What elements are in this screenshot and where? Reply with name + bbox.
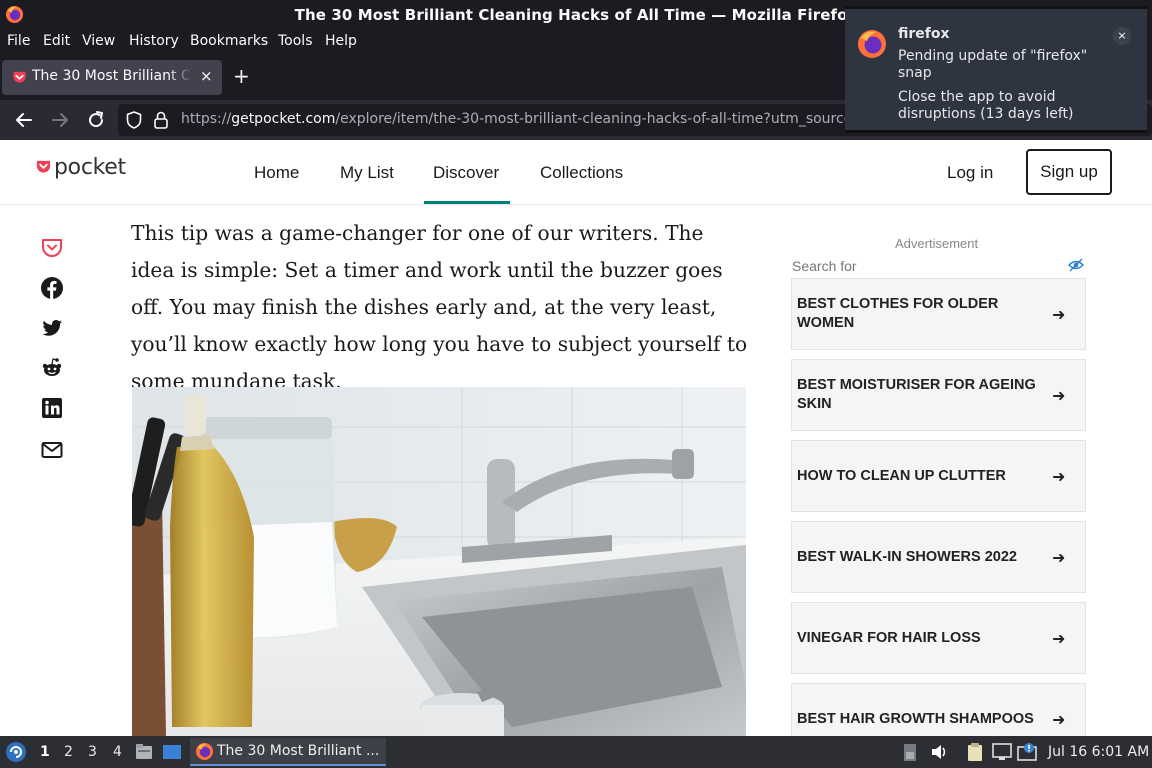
twitter-icon[interactable] bbox=[40, 316, 64, 340]
update-notification[interactable]: firefox Pending update of "firefox" snap… bbox=[845, 6, 1147, 133]
ad-item[interactable]: VINEGAR FOR HAIR LOSS ➜ bbox=[791, 602, 1086, 674]
workspace-1[interactable]: 1 bbox=[40, 744, 50, 760]
pocket-favicon-icon bbox=[13, 71, 26, 83]
ad-item-label: BEST CLOTHES FOR OLDER WOMEN bbox=[797, 296, 999, 331]
ad-item-label: VINEGAR FOR HAIR LOSS bbox=[797, 629, 981, 646]
menu-tools[interactable]: Tools bbox=[278, 33, 313, 49]
nav-home[interactable]: Home bbox=[254, 163, 299, 183]
reddit-icon[interactable] bbox=[40, 356, 64, 380]
menu-file[interactable]: File bbox=[7, 33, 30, 49]
arrow-right-icon: ➜ bbox=[1052, 467, 1066, 486]
active-nav-underline bbox=[424, 201, 510, 204]
advertisement-label: Advertisement bbox=[895, 236, 979, 251]
login-link[interactable]: Log in bbox=[947, 163, 993, 183]
pocket-save-icon[interactable] bbox=[40, 236, 64, 260]
ad-item[interactable]: BEST CLOTHES FOR OLDER WOMEN ➜ bbox=[791, 278, 1086, 350]
pocket-logo[interactable]: pocket bbox=[36, 155, 126, 180]
battery-icon[interactable] bbox=[902, 742, 918, 762]
volume-icon[interactable] bbox=[930, 743, 948, 761]
display-icon[interactable] bbox=[992, 743, 1012, 761]
kitchen-sink-illustration bbox=[132, 387, 746, 736]
facebook-icon[interactable] bbox=[40, 276, 64, 300]
nav-collections[interactable]: Collections bbox=[540, 163, 623, 183]
reload-icon[interactable] bbox=[84, 108, 108, 132]
start-menu-icon[interactable] bbox=[5, 741, 27, 763]
ad-item-label: BEST MOISTURISER FOR AGEING SKIN bbox=[797, 377, 1036, 412]
taskbar-firefox-app[interactable]: The 30 Most Brilliant ... bbox=[190, 738, 386, 766]
tab-close-button[interactable]: × bbox=[200, 67, 213, 85]
arrow-right-icon: ➜ bbox=[1052, 548, 1066, 567]
article-image bbox=[132, 387, 746, 736]
pocket-wordmark: pocket bbox=[54, 155, 126, 180]
network-notification-icon[interactable] bbox=[1016, 741, 1038, 763]
article-paragraph: This tip was a game-changer for one of o… bbox=[131, 221, 748, 393]
signup-button[interactable]: Sign up bbox=[1026, 149, 1112, 195]
notification-summary: Pending update of "firefox" snap bbox=[898, 48, 1088, 81]
tab-active[interactable]: The 30 Most Brilliant Cleaning Hacks of … bbox=[2, 60, 222, 95]
ad-item-label: BEST WALK-IN SHOWERS 2022 bbox=[797, 548, 1017, 565]
new-tab-button[interactable]: + bbox=[233, 64, 250, 88]
menu-bookmarks[interactable]: Bookmarks bbox=[190, 33, 268, 49]
tab-title: The 30 Most Brilliant Cleaning Hacks of … bbox=[32, 68, 192, 84]
firefox-logo-icon bbox=[858, 30, 886, 58]
ad-item[interactable]: BEST MOISTURISER FOR AGEING SKIN ➜ bbox=[791, 359, 1086, 431]
menu-view[interactable]: View bbox=[82, 33, 115, 49]
ad-search-for-label: Search for bbox=[792, 258, 857, 274]
linkedin-icon[interactable] bbox=[40, 396, 64, 420]
lock-icon[interactable] bbox=[152, 110, 170, 130]
menu-help[interactable]: Help bbox=[325, 33, 357, 49]
desktop-icon[interactable] bbox=[162, 743, 182, 761]
taskbar-app-title: The 30 Most Brilliant ... bbox=[217, 743, 380, 759]
menu-edit[interactable]: Edit bbox=[43, 33, 70, 49]
ad-item[interactable]: HOW TO CLEAN UP CLUTTER ➜ bbox=[791, 440, 1086, 512]
url-scheme: https:// bbox=[181, 111, 232, 127]
pocket-header: pocket Home My List Discover Collections… bbox=[0, 140, 1152, 205]
arrow-right-icon: ➜ bbox=[1052, 629, 1066, 648]
nav-my-list[interactable]: My List bbox=[340, 163, 394, 183]
notification-body: Close the app to avoid disruptions (13 d… bbox=[898, 89, 1074, 122]
taskbar-clock[interactable]: Jul 16 6:01 AM bbox=[1048, 744, 1149, 760]
notification-close-button[interactable]: × bbox=[1113, 27, 1131, 45]
workspace-3[interactable]: 3 bbox=[88, 744, 97, 760]
notification-app-name: firefox bbox=[898, 26, 950, 42]
back-arrow-icon[interactable] bbox=[12, 108, 36, 132]
workspace-4[interactable]: 4 bbox=[113, 744, 122, 760]
email-icon[interactable] bbox=[40, 438, 64, 462]
ad-choices-eye-icon[interactable] bbox=[1068, 258, 1084, 272]
forward-arrow-icon[interactable] bbox=[48, 108, 72, 132]
arrow-right-icon: ➜ bbox=[1052, 710, 1066, 729]
clipboard-icon[interactable] bbox=[966, 742, 984, 762]
firefox-logo-icon bbox=[195, 742, 214, 761]
url-host: getpocket.com bbox=[231, 111, 336, 127]
menu-history[interactable]: History bbox=[129, 33, 179, 49]
arrow-right-icon: ➜ bbox=[1052, 305, 1066, 324]
arrow-right-icon: ➜ bbox=[1052, 386, 1066, 405]
pocket-logo-icon bbox=[36, 160, 51, 173]
file-manager-icon[interactable] bbox=[135, 743, 153, 761]
tracking-protection-shield-icon[interactable] bbox=[124, 110, 144, 130]
taskbar: 1 2 3 4 The 30 Most Brilliant ... Jul 16… bbox=[0, 736, 1152, 768]
nav-discover[interactable]: Discover bbox=[433, 163, 499, 183]
ad-item[interactable]: BEST WALK-IN SHOWERS 2022 ➜ bbox=[791, 521, 1086, 593]
workspace-2[interactable]: 2 bbox=[64, 744, 73, 760]
ad-item-label: HOW TO CLEAN UP CLUTTER bbox=[797, 467, 1006, 484]
